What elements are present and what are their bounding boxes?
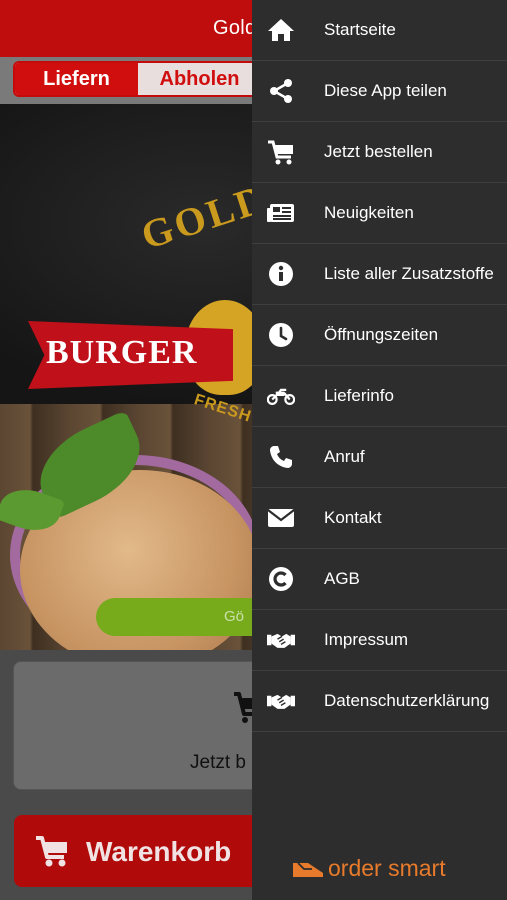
menu-item-privacy[interactable]: Datenschutzerklärung — [252, 671, 507, 732]
menu-item-startseite[interactable]: Startseite — [252, 0, 507, 61]
menu-item-label: Jetzt bestellen — [324, 142, 433, 161]
menu-item-label: Startseite — [324, 20, 396, 39]
menu-item-label: Lieferinfo — [324, 386, 394, 405]
menu-item-news[interactable]: Neuigkeiten — [252, 183, 507, 244]
menu-item-label: Datenschutzerklärung — [324, 691, 490, 710]
menu-item-order-now[interactable]: Jetzt bestellen — [252, 122, 507, 183]
info-icon — [267, 261, 295, 287]
menu-item-opening-hours[interactable]: Öffnungszeiten — [252, 305, 507, 366]
share-icon — [267, 78, 295, 104]
menu-item-label: Liste aller Zusatzstoffe — [324, 264, 494, 283]
menu-item-label: Öffnungszeiten — [324, 325, 439, 344]
menu-item-label: Neuigkeiten — [324, 203, 414, 222]
mail-icon — [267, 505, 295, 531]
news-icon — [267, 200, 295, 226]
drawer-scrim[interactable] — [0, 0, 252, 900]
motorcycle-icon — [267, 383, 295, 409]
handshake-icon — [267, 627, 295, 653]
menu-item-imprint[interactable]: Impressum — [252, 610, 507, 671]
menu-item-label: Impressum — [324, 630, 409, 649]
navigation-drawer: Startseite Diese App teilen Jetzt bestel… — [252, 0, 507, 900]
menu-item-label: AGB — [324, 569, 360, 588]
handshake-icon — [267, 688, 295, 714]
menu-item-label: Diese App teilen — [324, 81, 447, 100]
cart-icon — [267, 139, 295, 165]
menu-item-label: Anruf — [324, 447, 365, 466]
menu-item-contact[interactable]: Kontakt — [252, 488, 507, 549]
copyright-icon — [267, 566, 295, 592]
menu-item-terms[interactable]: AGB — [252, 549, 507, 610]
menu-item-call[interactable]: Anruf — [252, 427, 507, 488]
menu-item-additives[interactable]: Liste aller Zusatzstoffe — [252, 244, 507, 305]
phone-icon — [267, 444, 295, 470]
order-smart-logo-icon — [293, 861, 323, 877]
menu-item-share-app[interactable]: Diese App teilen — [252, 61, 507, 122]
menu-item-label: Kontakt — [324, 508, 382, 527]
menu-item-delivery-info[interactable]: Lieferinfo — [252, 366, 507, 427]
brand-name: order smart — [328, 855, 446, 881]
home-icon — [267, 17, 295, 43]
brand-logo: order smart — [292, 855, 446, 882]
clock-icon — [267, 322, 295, 348]
